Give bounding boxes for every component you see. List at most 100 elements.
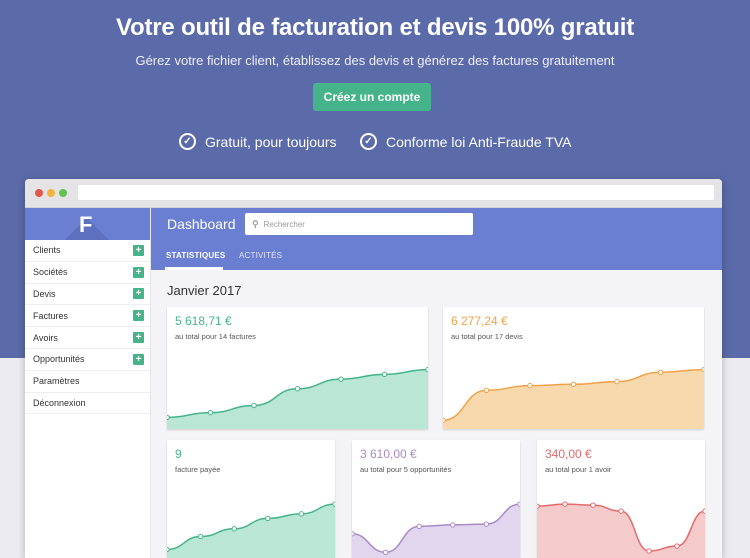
sparkline-point — [352, 531, 355, 537]
sidebar-item[interactable]: Avoirs + — [25, 327, 150, 349]
add-icon[interactable]: + — [133, 332, 144, 344]
tab-activites[interactable]: ACTIVITÉS — [239, 251, 282, 260]
search-placeholder: Rechercher — [263, 219, 305, 229]
search-icon: ⚲ — [252, 218, 259, 229]
tab-statistiques[interactable]: STATISTIQUES — [166, 251, 225, 260]
sparkline-point — [167, 414, 170, 421]
add-icon[interactable]: + — [133, 244, 144, 256]
sparkline-point — [381, 371, 388, 378]
stat-description: au total pour 17 devis — [451, 332, 523, 341]
sidebar-item-label: Clients — [33, 245, 61, 256]
sparkline-point — [167, 546, 170, 553]
sparkline-point — [590, 502, 596, 508]
sidebar-item[interactable]: Factures + — [25, 305, 150, 328]
stat-amount: 6 277,24 € — [451, 314, 508, 328]
address-bar — [78, 185, 714, 200]
sparkline-area — [167, 369, 428, 429]
stat-card[interactable]: 5 618,71 € au total pour 14 factures — [167, 307, 428, 429]
sparkline-point — [646, 548, 652, 554]
tab-bar: STATISTIQUES ACTIVITÉS — [151, 240, 722, 270]
add-icon[interactable]: + — [133, 353, 144, 365]
stat-card[interactable]: 6 277,24 € au total pour 17 devis — [443, 307, 704, 429]
stat-description: au total pour 5 opportunités — [360, 465, 452, 474]
sparkline-chart — [167, 501, 335, 558]
sparkline-point — [517, 501, 520, 507]
hero-headline: Votre outil de facturation et devis 100%… — [115, 14, 635, 41]
sparkline-point — [416, 523, 422, 530]
sidebar-item-label: Factures — [33, 310, 69, 321]
sparkline-point — [527, 382, 533, 389]
sparkline-point — [570, 381, 577, 387]
sparkline-point — [294, 386, 301, 392]
sparkline-point — [332, 501, 335, 507]
perk-free: ✓ Gratuit, pour toujours — [179, 133, 337, 150]
sidebar-item[interactable]: Paramètres — [25, 371, 150, 393]
stat-description: au total pour 1 avoir — [545, 465, 612, 474]
app-logo: F — [79, 212, 93, 237]
sidebar-item[interactable]: Devis + — [25, 284, 150, 306]
add-icon[interactable]: + — [133, 310, 144, 322]
add-icon[interactable]: + — [133, 288, 144, 300]
sparkline-point — [197, 533, 204, 540]
sidebar-item[interactable]: Sociétés + — [25, 262, 150, 284]
stat-card[interactable]: 3 610,00 € au total pour 5 opportunités — [352, 440, 520, 558]
sparkline-point — [443, 417, 446, 424]
add-icon[interactable]: + — [133, 266, 144, 278]
sidebar-item-label: Déconnexion — [33, 397, 86, 408]
stat-amount: 9 — [175, 447, 182, 461]
sparkline-point — [338, 376, 344, 382]
dashboard-content: Janvier 2017 5 618,71 € au total pour 14 … — [151, 270, 722, 558]
stat-amount: 5 618,71 € — [175, 314, 232, 328]
period-title: Janvier 2017 — [167, 283, 242, 298]
stat-amount: 340,00 € — [545, 447, 592, 461]
stat-description: facture payée — [175, 465, 221, 474]
sparkline-point — [702, 508, 705, 514]
stat-description: au total pour 14 factures — [175, 332, 256, 341]
sparkline-area — [443, 369, 704, 429]
search-input[interactable]: ⚲ Rechercher — [245, 213, 473, 235]
sparkline-point — [618, 508, 624, 514]
create-account-button[interactable]: Créez un compte — [313, 83, 431, 111]
sparkline-point — [483, 521, 490, 527]
perk-label: Conforme loi Anti-Fraude TVA — [386, 133, 572, 150]
hero-subline: Gérez votre fichier client, établissez d… — [135, 53, 615, 68]
sidebar-item[interactable]: Clients + — [25, 240, 150, 262]
sparkline-point — [251, 402, 257, 409]
stat-card[interactable]: 340,00 € au total pour 1 avoir — [537, 440, 705, 558]
sparkline-point — [231, 526, 237, 532]
sparkline-point — [614, 378, 620, 385]
sparkline-point — [562, 501, 568, 507]
sparkline-point — [450, 522, 456, 528]
sidebar-item[interactable]: Opportunités + — [25, 349, 150, 371]
close-dot-icon — [35, 189, 43, 197]
page-title: Dashboard — [167, 216, 236, 232]
browser-toolbar — [25, 179, 722, 208]
sidebar-item-label: Avoirs — [33, 332, 58, 343]
sparkline-point — [298, 511, 305, 517]
sparkline-point — [265, 515, 271, 522]
app-header: Dashboard ⚲ Rechercher — [151, 208, 722, 240]
sidebar-item-label: Opportunités — [33, 354, 85, 365]
sidebar-item[interactable]: Déconnexion — [25, 393, 150, 415]
sidebar-menu: Clients + Sociétés + Devis + Factures + Avoirs + O… — [25, 240, 150, 415]
sparkline-point — [657, 369, 664, 375]
check-circle-icon: ✓ — [179, 133, 196, 150]
stat-card[interactable]: 9 facture payée — [167, 440, 335, 558]
sparkline-point — [537, 503, 540, 509]
sparkline-point — [207, 409, 214, 416]
sparkline-chart — [167, 366, 428, 429]
sidebar-item-label: Paramètres — [33, 376, 80, 387]
logo-area: F — [25, 208, 150, 240]
sidebar: F Clients + Sociétés + Devis + Factures + Avoirs… — [25, 208, 151, 558]
sidebar-item-label: Devis — [33, 288, 56, 299]
sidebar-item-label: Sociétés — [33, 267, 68, 278]
sparkline-point — [701, 366, 704, 373]
check-circle-icon: ✓ — [360, 133, 377, 150]
sparkline-point — [382, 549, 389, 555]
minimize-dot-icon — [47, 189, 55, 197]
perk-anti-fraud: ✓ Conforme loi Anti-Fraude TVA — [360, 133, 571, 150]
maximize-dot-icon — [59, 189, 67, 197]
sparkline-point — [483, 387, 490, 393]
sparkline-point — [425, 366, 428, 373]
stat-amount: 3 610,00 € — [360, 447, 417, 461]
